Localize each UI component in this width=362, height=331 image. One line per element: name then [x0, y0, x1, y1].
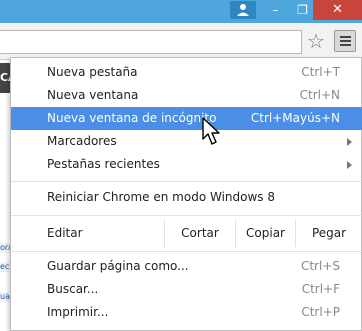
chrome-dropdown-menu: Nueva pestaña Ctrl+T Nueva ventana Ctrl+… — [10, 57, 362, 331]
menu-item-new-tab[interactable]: Nueva pestaña Ctrl+T — [11, 61, 362, 84]
menu-item-relaunch-windows8[interactable]: Reiniciar Chrome en modo Windows 8 — [11, 186, 362, 209]
user-icon — [237, 4, 249, 16]
menu-item-shortcut: Ctrl+N — [299, 88, 340, 102]
mouse-cursor-icon — [202, 117, 220, 145]
menu-item-label: Nueva pestaña — [47, 65, 138, 79]
menu-edit-row: Editar Cortar Copiar Pegar — [11, 219, 362, 247]
menu-separator — [11, 215, 362, 216]
menu-item-label: Pestañas recientes — [47, 157, 160, 171]
menu-item-shortcut: Ctrl+S — [300, 259, 340, 273]
page-header-fragment: CA — [0, 63, 10, 93]
window-title-bar: – ❐ ✕ — [0, 0, 362, 23]
menu-item-shortcut: Ctrl+P — [301, 305, 340, 319]
menu-separator — [11, 181, 362, 182]
menu-item-label: Editar — [47, 226, 83, 240]
menu-item-shortcut: Ctrl+T — [301, 65, 340, 79]
menu-item-save-page-as[interactable]: Guardar página como... Ctrl+S — [11, 255, 362, 278]
menu-item-bookmarks[interactable]: Marcadores — [11, 130, 362, 153]
menu-item-label: Reiniciar Chrome en modo Windows 8 — [47, 190, 275, 204]
menu-item-find[interactable]: Buscar... Ctrl+F — [11, 278, 362, 301]
copy-button[interactable]: Copiar — [236, 219, 295, 247]
menu-item-label: Marcadores — [47, 134, 117, 148]
browser-toolbar: ☆ — [0, 23, 362, 60]
maximize-button[interactable]: ❐ — [289, 0, 316, 20]
page-link-fragment[interactable]: ora — [0, 243, 10, 253]
hamburger-line — [340, 44, 351, 46]
user-profile-button[interactable] — [230, 1, 256, 19]
submenu-arrow-icon — [347, 138, 352, 146]
cut-button[interactable]: Cortar — [165, 219, 235, 247]
menu-item-new-window[interactable]: Nueva ventana Ctrl+N — [11, 84, 362, 107]
paste-button[interactable]: Pegar — [296, 219, 362, 247]
hamburger-line — [340, 36, 351, 38]
menu-item-shortcut: Ctrl+F — [301, 282, 340, 296]
page-link-fragment[interactable]: ec — [0, 262, 10, 272]
menu-item-label: Guardar página como... — [47, 259, 189, 273]
menu-separator — [11, 251, 362, 252]
menu-item-print[interactable]: Imprimir... Ctrl+P — [11, 301, 362, 324]
menu-item-new-incognito-window[interactable]: Nueva ventana de incógnito Ctrl+Mayús+N — [11, 107, 362, 130]
menu-item-label: Imprimir... — [47, 305, 109, 319]
minimize-button[interactable]: – — [262, 0, 289, 20]
menu-item-label: Buscar... — [47, 282, 99, 296]
bookmark-star-icon[interactable]: ☆ — [304, 29, 328, 53]
hamburger-line — [340, 40, 351, 42]
chrome-menu-button[interactable] — [334, 30, 356, 52]
close-button[interactable]: ✕ — [313, 0, 362, 20]
menu-item-recent-tabs[interactable]: Pestañas recientes — [11, 153, 362, 176]
address-bar[interactable] — [0, 30, 302, 54]
page-link-fragment[interactable]: ua — [0, 292, 10, 302]
menu-item-label: Nueva ventana — [47, 88, 139, 102]
submenu-arrow-icon — [347, 161, 352, 169]
menu-item-shortcut: Ctrl+Mayús+N — [250, 111, 340, 125]
menu-item-label: Nueva ventana de incógnito — [47, 111, 217, 125]
